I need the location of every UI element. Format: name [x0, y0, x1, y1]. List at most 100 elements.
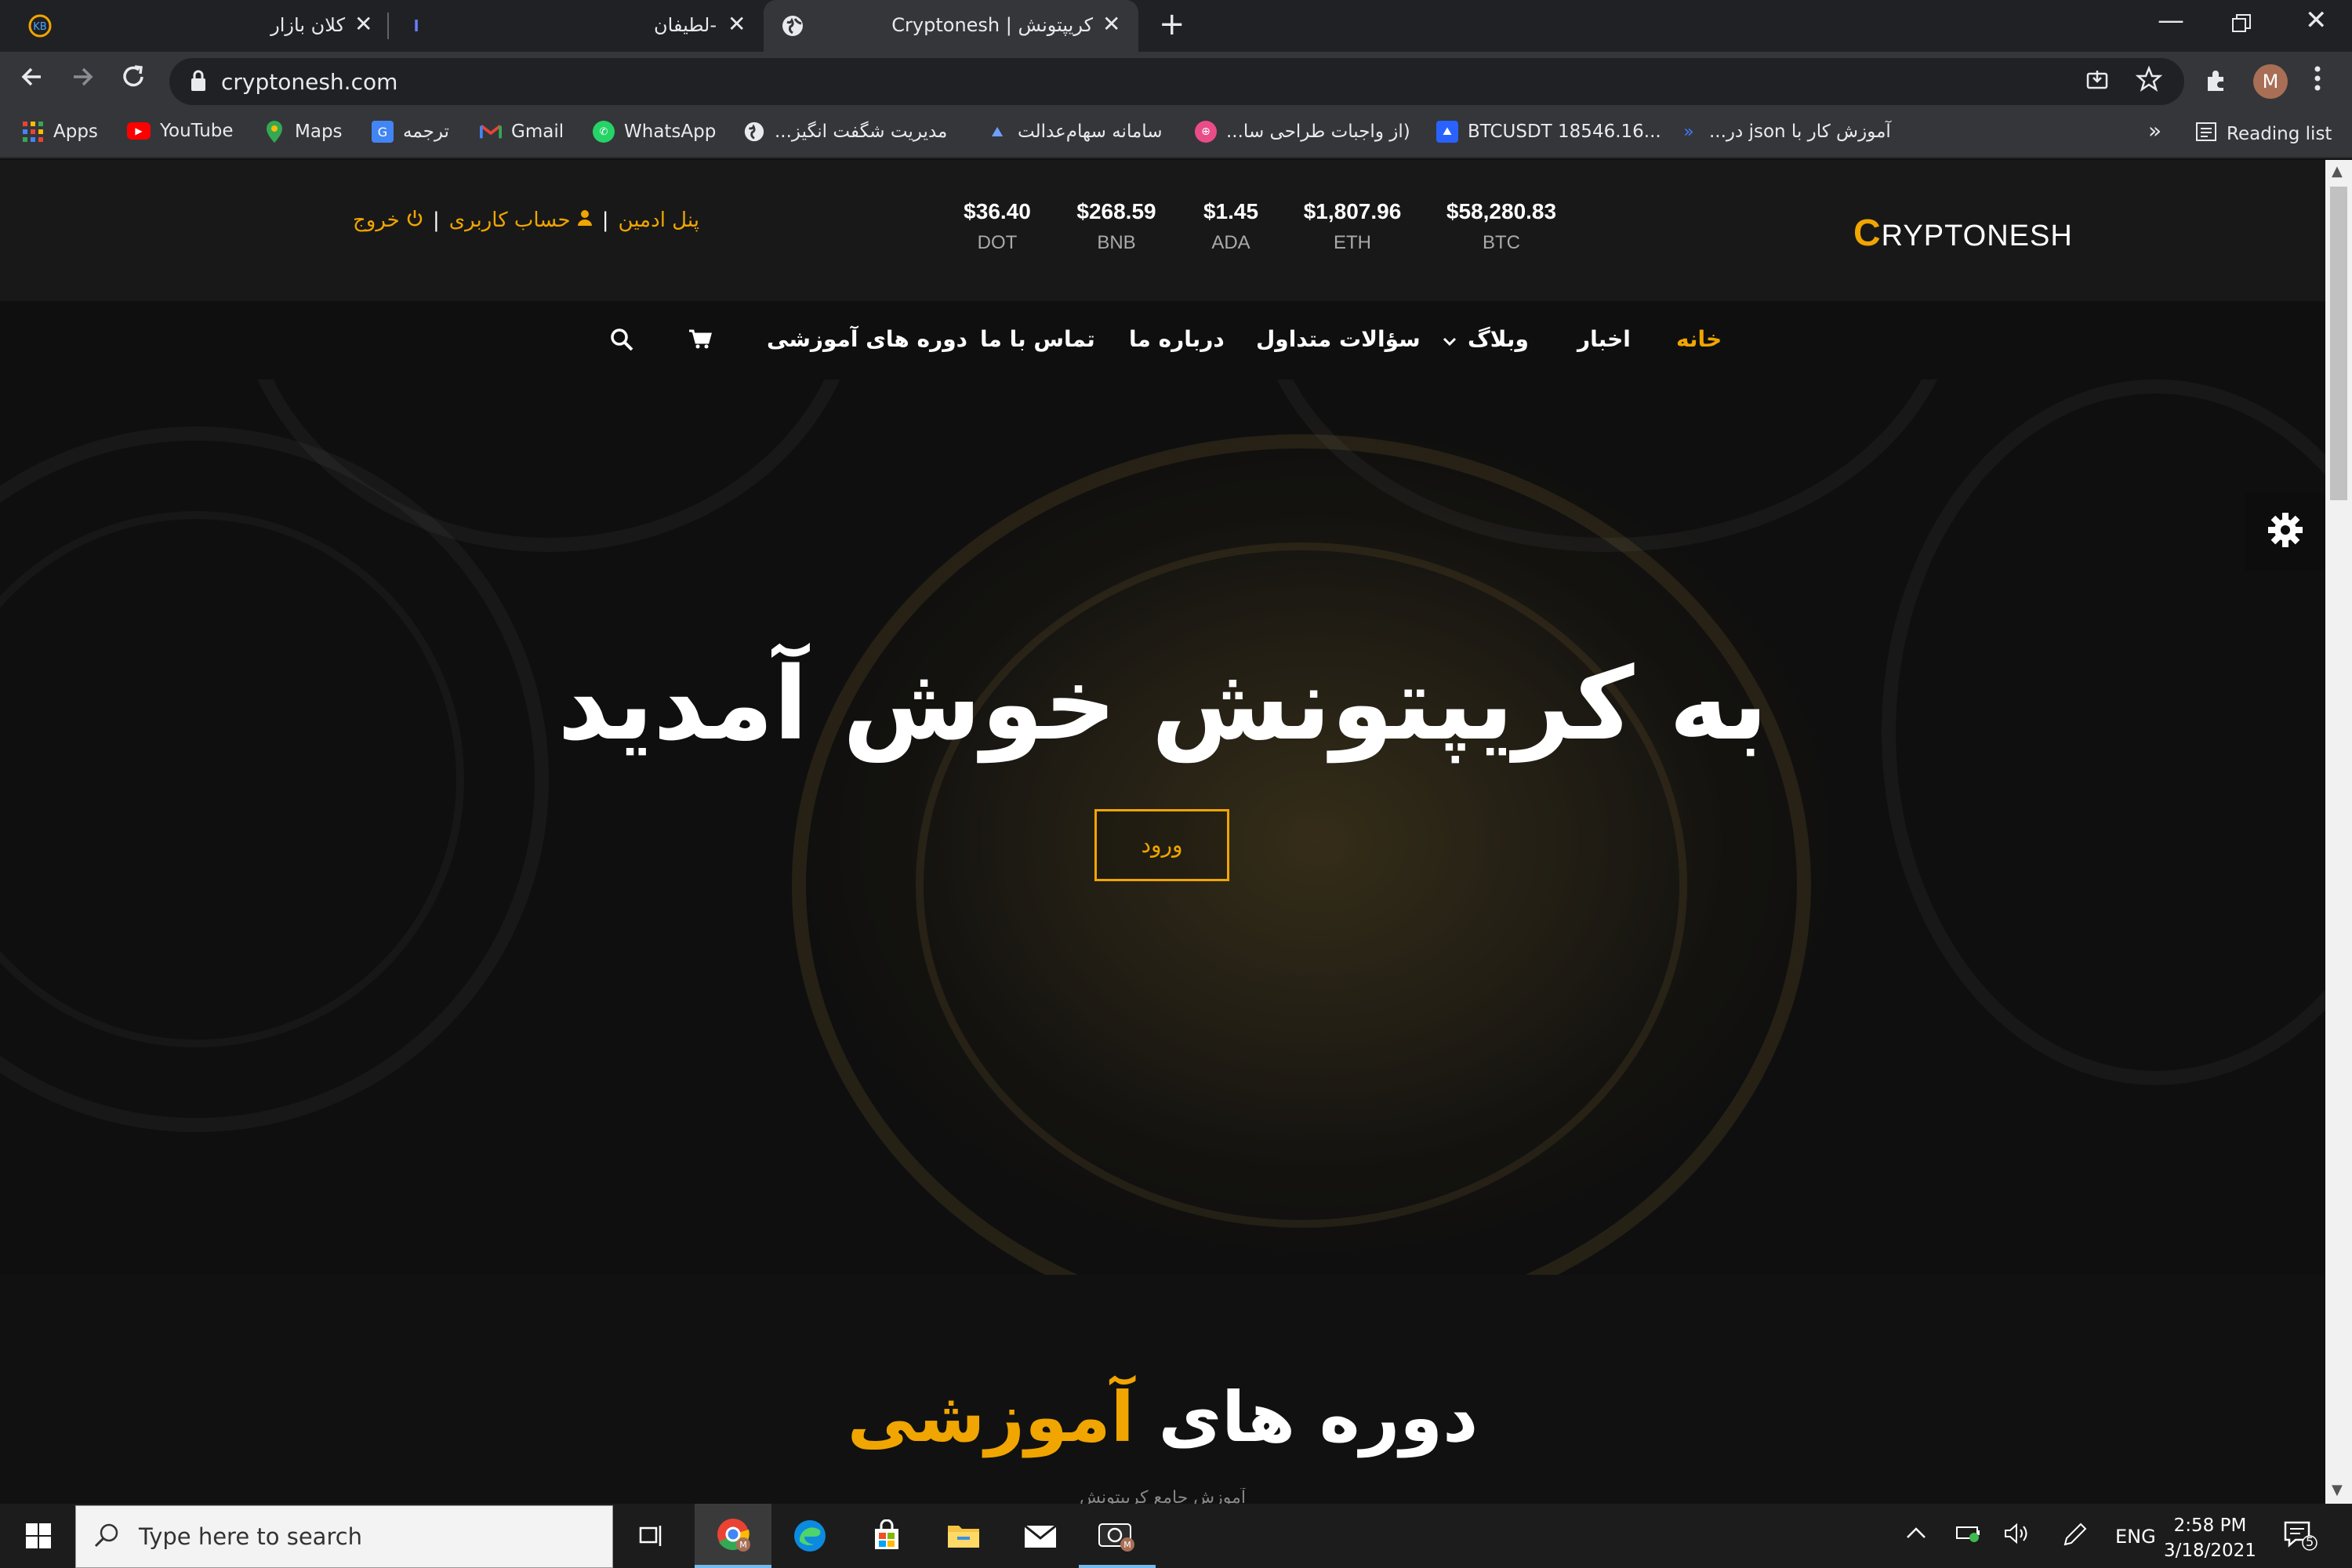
- bookmark-design[interactable]: ⊕ (از واجبات طراحی سا...: [1195, 121, 1410, 143]
- more-bookmarks-button[interactable]: »: [2148, 118, 2161, 143]
- scroll-down-icon[interactable]: ▼: [2332, 1482, 2343, 1498]
- pen-icon[interactable]: [2062, 1523, 2089, 1552]
- search-icon: [93, 1522, 122, 1553]
- separator: |: [601, 209, 609, 232]
- bookmark-translate[interactable]: G ترجمه: [372, 121, 449, 143]
- language-indicator[interactable]: ENG: [2115, 1526, 2156, 1548]
- task-view-icon[interactable]: [613, 1504, 690, 1568]
- tab-kalan-bazaar[interactable]: KB کلان بازار ✕: [16, 0, 384, 52]
- bookmark-youtube[interactable]: ▶ YouTube: [127, 121, 234, 141]
- taskbar-clock[interactable]: 2:58 PM 3/18/2021: [2164, 1513, 2256, 1563]
- taskbar-search-input[interactable]: Type here to search: [75, 1505, 613, 1568]
- section-title: دوره های آموزشی: [0, 1377, 2325, 1457]
- bookmark-json[interactable]: » آموزش کار با json در...: [1678, 121, 1891, 143]
- bookmark-btcusdt[interactable]: ⛰ BTCUSDT 18546.16...: [1436, 121, 1661, 143]
- nav-news[interactable]: اخبار: [1577, 326, 1631, 352]
- windows-taskbar: Type here to search M M ENG 2:58 PM 3/18…: [0, 1504, 2352, 1568]
- close-icon[interactable]: ✕: [1102, 11, 1120, 37]
- tab-separator: [387, 13, 389, 39]
- minimize-icon[interactable]: —: [2158, 5, 2184, 36]
- close-icon[interactable]: ✕: [728, 11, 746, 37]
- browser-tab-strip: KB کلان بازار ✕ ﺍ -لطیفان ✕ کریپتونش | C…: [0, 0, 2352, 52]
- maps-icon: [263, 121, 285, 143]
- bookmarks-bar: Apps ▶ YouTube Maps G ترجمه Gmail ✆ What…: [0, 111, 2352, 158]
- store-taskbar-icon[interactable]: [848, 1504, 925, 1568]
- site-logo[interactable]: CRYPTONESH: [1853, 212, 2073, 255]
- notifications-icon[interactable]: 5: [2283, 1519, 2318, 1556]
- ticker-dot: $36.40 DOT: [958, 199, 1036, 254]
- tab-cryptonesh[interactable]: کریپتونش | Cryptonesh ✕: [764, 0, 1138, 52]
- bookmark-label: Maps: [295, 122, 343, 142]
- cart-icon[interactable]: [688, 329, 712, 355]
- admin-panel-link[interactable]: پنل ادمین: [619, 209, 699, 232]
- tab-latifan[interactable]: ﺍ -لطیفان ✕: [392, 0, 760, 52]
- nav-faq[interactable]: سؤالات متداول: [1256, 326, 1421, 352]
- bookmark-label: مدیریت شگفت انگیز...: [775, 122, 948, 142]
- ticker-symbol: ETH: [1334, 232, 1371, 253]
- menu-kebab-icon[interactable]: [2313, 63, 2322, 102]
- svg-text:KB: KB: [33, 21, 46, 33]
- lock-icon[interactable]: [190, 69, 207, 93]
- scroll-thumb[interactable]: [2330, 187, 2347, 500]
- logout-link[interactable]: خروج: [353, 209, 423, 232]
- volume-icon[interactable]: [2004, 1523, 2031, 1550]
- scroll-up-icon[interactable]: ▲: [2332, 163, 2343, 180]
- install-app-icon[interactable]: [2085, 69, 2109, 96]
- bookmark-label: WhatsApp: [624, 122, 717, 142]
- close-icon[interactable]: ✕: [354, 11, 372, 37]
- reload-icon[interactable]: [119, 63, 147, 99]
- ticker-price: $1.45: [1203, 199, 1259, 223]
- url-text[interactable]: cryptonesh.com: [221, 69, 397, 95]
- edge-taskbar-icon[interactable]: [771, 1504, 848, 1568]
- bookmark-sahaam[interactable]: ⛰ سامانه سهام‌عدالت: [986, 121, 1163, 143]
- ticker-ada: $1.45 ADA: [1193, 199, 1269, 254]
- reading-list-icon: [2195, 121, 2217, 147]
- hero-title: به کریپتونش خوش آمدید: [557, 646, 1768, 763]
- reading-list-label: Reading list: [2227, 124, 2332, 144]
- nav-blog[interactable]: وبلاگ: [1443, 326, 1529, 352]
- nav-home[interactable]: خانه: [1676, 326, 1722, 352]
- bookmark-apps[interactable]: Apps: [22, 121, 98, 143]
- account-link[interactable]: حساب کاربری: [449, 209, 593, 232]
- courses-section: دوره های آموزشی آموزش جامع کریپتونش: [0, 1275, 2325, 1504]
- bookmark-label: Gmail: [511, 122, 564, 142]
- nav-about[interactable]: درباره ما: [1129, 326, 1225, 352]
- profile-avatar[interactable]: M: [2253, 64, 2288, 99]
- new-tab-button[interactable]: +: [1159, 6, 1185, 42]
- forward-icon[interactable]: [69, 63, 97, 99]
- bookmark-gmail[interactable]: Gmail: [480, 121, 564, 143]
- search-icon[interactable]: [610, 328, 633, 357]
- back-icon[interactable]: [17, 63, 45, 99]
- bookmark-star-icon[interactable]: [2135, 65, 2163, 96]
- close-window-icon[interactable]: ✕: [2305, 5, 2328, 36]
- chrome-taskbar-icon[interactable]: M: [695, 1504, 771, 1568]
- kb-icon: KB: [28, 14, 52, 38]
- windows-start-icon[interactable]: [0, 1504, 77, 1568]
- logo-c: C: [1853, 212, 1882, 254]
- globe-icon: [743, 121, 765, 143]
- battery-icon[interactable]: [1955, 1523, 1982, 1548]
- bookmark-whatsapp[interactable]: ✆ WhatsApp: [593, 121, 716, 143]
- address-bar[interactable]: cryptonesh.com: [169, 58, 2184, 105]
- bookmark-label: آموزش کار با json در...: [1709, 122, 1891, 142]
- bookmark-label: سامانه سهام‌عدالت: [1018, 122, 1163, 142]
- bookmark-maps[interactable]: Maps: [263, 121, 343, 143]
- apps-grid-icon: [22, 121, 44, 143]
- bookmark-modiriat[interactable]: مدیریت شگفت انگیز...: [743, 121, 947, 143]
- separator: |: [433, 209, 440, 232]
- login-button[interactable]: ورود: [1094, 809, 1229, 881]
- file-explorer-icon[interactable]: [925, 1504, 1002, 1568]
- settings-gear-button[interactable]: [2245, 492, 2325, 571]
- logo-text: RYPTONESH: [1881, 220, 2073, 252]
- extensions-icon[interactable]: [2203, 66, 2230, 102]
- tray-chevron-up-icon[interactable]: [1905, 1523, 1927, 1546]
- power-icon: [400, 209, 423, 232]
- page-scrollbar[interactable]: ▲ ▼: [2325, 160, 2352, 1504]
- restore-icon[interactable]: [2231, 9, 2252, 41]
- nav-courses[interactable]: دوره های آموزشی: [767, 326, 967, 352]
- ticker-symbol: BTC: [1483, 232, 1520, 253]
- camera-taskbar-icon[interactable]: M: [1079, 1504, 1156, 1568]
- reading-list-button[interactable]: Reading list: [2195, 121, 2332, 147]
- mail-taskbar-icon[interactable]: [1002, 1504, 1079, 1568]
- nav-contact[interactable]: تماس با ما: [980, 326, 1095, 352]
